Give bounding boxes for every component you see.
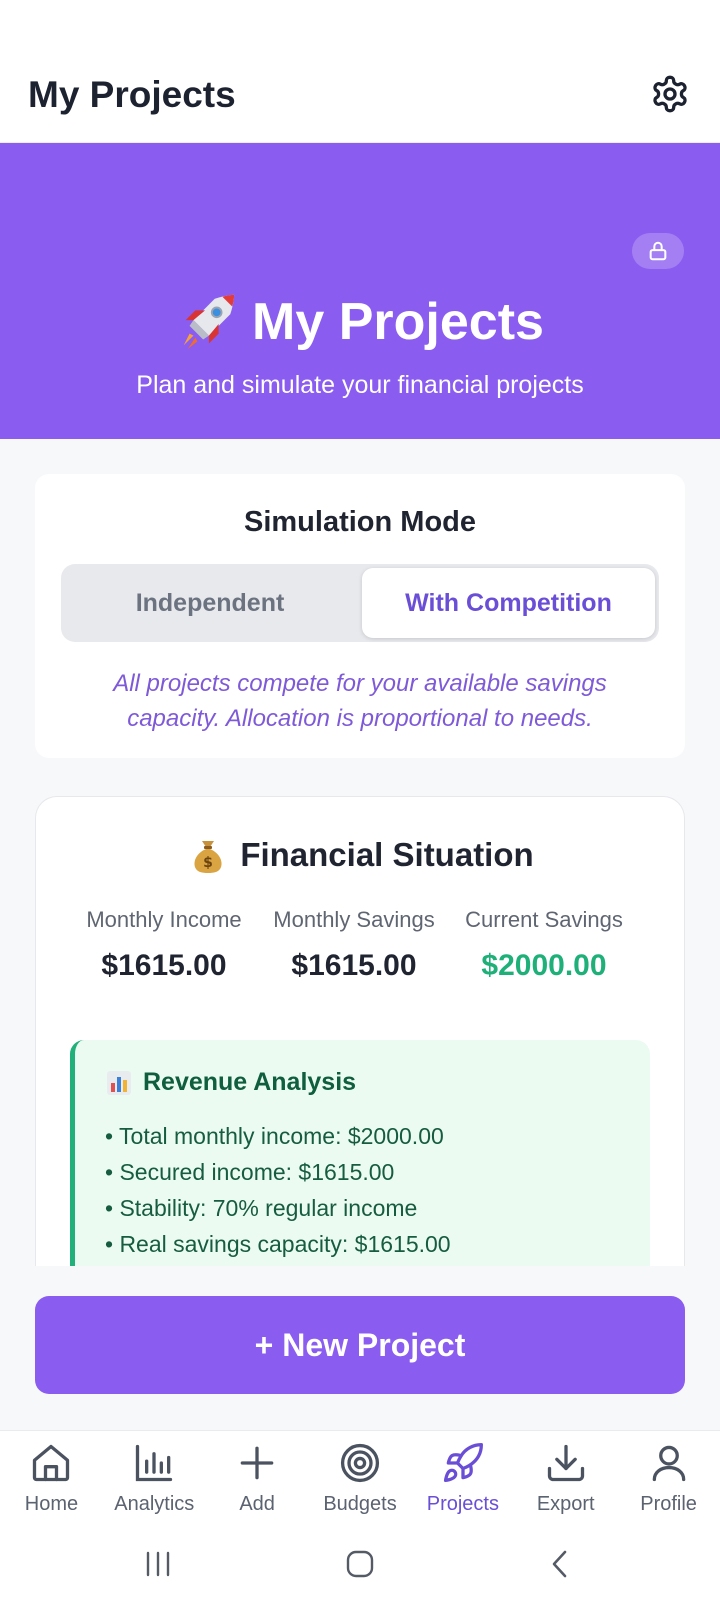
financial-situation-title: Financial Situation: [240, 836, 534, 873]
nav-label: Budgets: [323, 1493, 397, 1515]
recent-apps-button[interactable]: [136, 1544, 180, 1584]
revenue-analysis-title: Revenue Analysis: [143, 1068, 357, 1096]
list-item: • Real savings capacity: $1615.00: [105, 1231, 451, 1257]
simulation-mode-title: Simulation Mode: [244, 506, 476, 538]
simulation-mode-toggle: Independent With Competition: [61, 564, 659, 642]
stat-monthly-income: Monthly Income $1615.00: [64, 907, 264, 983]
bar-chart-icon: [136, 1444, 173, 1482]
list-item: • Secured income: $1615.00: [105, 1159, 395, 1185]
gear-icon: [653, 75, 687, 113]
stat-value: $1615.00: [101, 949, 227, 982]
simulation-mode-description: All projects compete for your available …: [113, 670, 607, 732]
system-navigation-bar: [0, 1530, 720, 1600]
stat-label: Monthly Income: [86, 907, 242, 932]
nav-label: Add: [239, 1493, 275, 1515]
nav-label: Analytics: [114, 1493, 195, 1515]
svg-text:$: $: [203, 855, 213, 871]
stat-current-savings: Current Savings $2000.00: [444, 907, 644, 983]
home-circle-icon: [346, 1550, 374, 1578]
stat-value: $1615.00: [291, 949, 417, 982]
nav-item-add[interactable]: Add: [206, 1431, 309, 1531]
page-title: My Projects: [28, 74, 236, 115]
mode-option-independent[interactable]: Independent: [61, 564, 359, 642]
nav-label: Export: [536, 1493, 595, 1515]
settings-button[interactable]: [648, 72, 692, 116]
money-bag-icon: $: [194, 841, 222, 873]
financial-title-row: $ Financial Situation: [36, 835, 684, 875]
download-icon: [547, 1444, 584, 1482]
target-icon: [340, 1443, 380, 1483]
stat-label: Current Savings: [465, 907, 623, 932]
list-item: • Total monthly income: $2000.00: [105, 1123, 444, 1149]
revenue-analysis-header: Revenue Analysis: [105, 1068, 356, 1097]
stat-value: $2000.00: [481, 949, 607, 982]
hero-subtitle: Plan and simulate your financial project…: [136, 371, 584, 399]
lock-icon: [649, 241, 667, 261]
mode-option-with-competition[interactable]: With Competition: [362, 568, 655, 638]
rocket-icon: [443, 1443, 483, 1483]
stat-label: Monthly Savings: [273, 907, 435, 932]
nav-label: Projects: [426, 1493, 499, 1515]
hero-title: My Projects: [252, 293, 544, 351]
home-icon: [33, 1444, 70, 1482]
back-button[interactable]: [538, 1544, 582, 1584]
nav-item-budgets[interactable]: Budgets: [309, 1431, 412, 1531]
revenue-analysis-list: • Total monthly income: $2000.00 • Secur…: [105, 1118, 451, 1262]
nav-item-profile[interactable]: Profile: [617, 1431, 720, 1531]
stat-monthly-savings: Monthly Savings $1615.00: [254, 907, 454, 983]
financial-situation-card: $ Financial Situation Monthly Income $16…: [35, 796, 685, 1266]
home-system-button[interactable]: [338, 1544, 382, 1584]
user-icon: [652, 1445, 685, 1482]
recent-apps-icon: [146, 1551, 170, 1577]
nav-item-projects[interactable]: Projects: [411, 1431, 514, 1531]
nav-item-analytics[interactable]: Analytics: [103, 1431, 206, 1531]
nav-label: Home: [24, 1493, 79, 1515]
hero-banner: My Projects Plan and simulate your finan…: [0, 143, 720, 439]
plus-icon: [240, 1446, 274, 1480]
list-item: • Stability: 70% regular income: [105, 1195, 418, 1221]
rocket-icon: [183, 294, 235, 350]
nav-label: Profile: [640, 1493, 697, 1515]
app-screen: My Projects My Projects Plan and simulat…: [0, 0, 720, 1600]
revenue-analysis-box: Revenue Analysis • Total monthly income:…: [70, 1040, 650, 1266]
simulation-mode-card: Simulation Mode Independent With Competi…: [35, 474, 685, 758]
bar-chart-emoji-icon: [107, 1070, 131, 1095]
back-chevron-icon: [552, 1550, 567, 1578]
nav-item-home[interactable]: Home: [0, 1431, 103, 1531]
nav-item-export[interactable]: Export: [514, 1431, 617, 1531]
hero-title-row: My Projects: [0, 291, 720, 353]
new-project-button[interactable]: + New Project: [35, 1296, 685, 1394]
top-app-bar: My Projects: [0, 0, 720, 143]
lock-button[interactable]: [632, 233, 684, 269]
bottom-navigation: Home Analytics Add Budgets Projects Expo…: [0, 1430, 720, 1530]
